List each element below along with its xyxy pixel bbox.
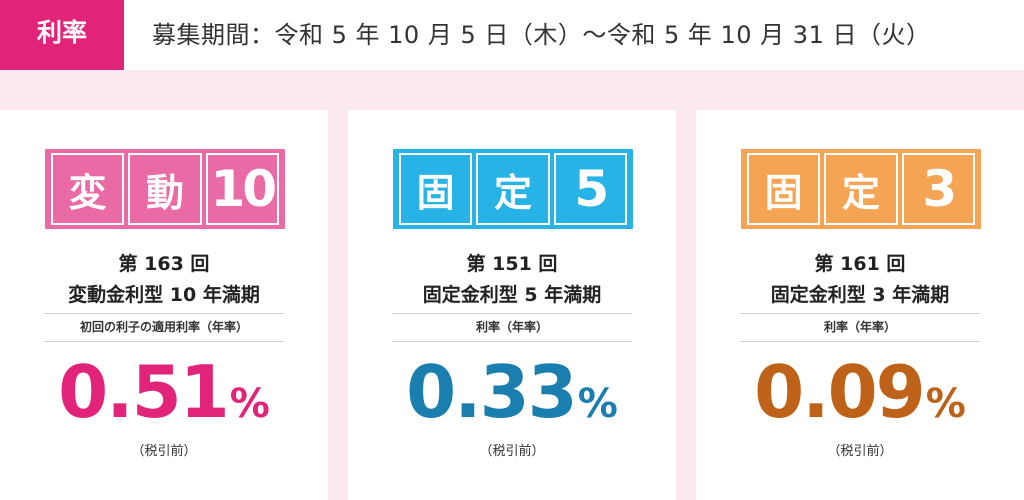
rate-value: 0.33 (406, 350, 578, 434)
rate-unit: % (577, 381, 618, 427)
rate-label: 利率（年率） (823, 320, 896, 334)
interest-rate: 0.51% (0, 350, 328, 434)
bond-round: 第 163 回 (118, 253, 210, 275)
rate-value: 0.51 (58, 350, 230, 434)
rate-value: 0.09 (754, 350, 926, 434)
rate-unit: % (925, 381, 966, 427)
badge-char: 定 (476, 153, 550, 225)
badge-number: 3 (901, 153, 975, 225)
badge-char: 定 (824, 153, 898, 225)
badge-char: 固 (747, 153, 821, 225)
bond-card-floating-10: 変 動 10 第 163 回 変動金利型 10 年満期 初回の利子の適用利率（年… (0, 110, 328, 500)
bond-badge: 変 動 10 (45, 149, 285, 229)
bond-badge: 固 定 3 (741, 149, 981, 229)
badge-number: 5 (553, 153, 627, 225)
interest-rate: 0.33% (348, 350, 676, 434)
divider (392, 313, 632, 314)
bond-name: 固定金利型 5 年満期 (422, 284, 602, 306)
rate-label: 初回の利子の適用利率（年率） (79, 320, 248, 334)
bond-badge: 固 定 5 (393, 149, 633, 229)
tax-note: （税引前） (827, 444, 893, 459)
badge-number: 10 (205, 153, 279, 225)
tax-note: （税引前） (131, 444, 197, 459)
header-bar: 利率 募集期間：令和 5 年 10 月 5 日（木）～令和 5 年 10 月 3… (0, 0, 1024, 70)
divider (44, 313, 284, 314)
bond-round: 第 161 回 (814, 253, 906, 275)
rate-tag: 利率 (0, 0, 124, 70)
rate-label: 利率（年率） (475, 320, 548, 334)
divider (740, 341, 980, 342)
tax-note: （税引前） (479, 444, 545, 459)
bond-card-fixed-5: 固 定 5 第 151 回 固定金利型 5 年満期 利率（年率） 0.33% （… (348, 110, 676, 500)
badge-char: 固 (399, 153, 473, 225)
divider (740, 313, 980, 314)
rate-unit: % (229, 381, 270, 427)
bond-round: 第 151 回 (466, 253, 558, 275)
bond-name: 固定金利型 3 年満期 (770, 284, 950, 306)
divider (392, 341, 632, 342)
bond-card-fixed-3: 固 定 3 第 161 回 固定金利型 3 年満期 利率（年率） 0.09% （… (696, 110, 1024, 500)
interest-rate: 0.09% (696, 350, 1024, 434)
badge-char: 変 (51, 153, 125, 225)
offering-period: 募集期間：令和 5 年 10 月 5 日（木）～令和 5 年 10 月 31 日… (152, 20, 931, 49)
badge-char: 動 (128, 153, 202, 225)
bond-name: 変動金利型 10 年満期 (68, 284, 260, 306)
divider (44, 341, 284, 342)
